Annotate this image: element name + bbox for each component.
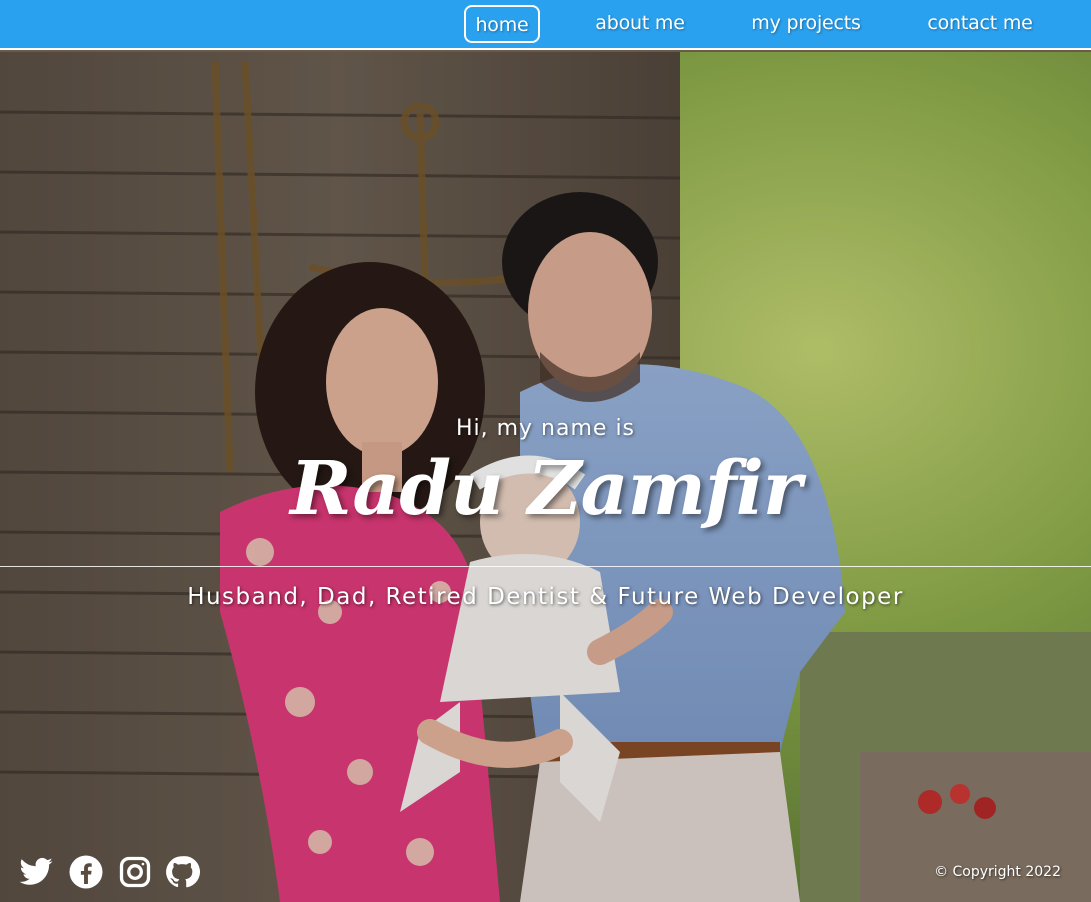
github-icon[interactable] — [164, 854, 200, 890]
navbar: home about me my projects contact me — [0, 0, 1091, 50]
hero-greeting: Hi, my name is — [455, 416, 636, 441]
nav-my-projects-link[interactable]: my projects — [746, 5, 866, 43]
twitter-icon[interactable] — [18, 854, 54, 890]
nav-about-me-link[interactable]: about me — [590, 5, 690, 43]
nav-home-link[interactable]: home — [464, 5, 540, 43]
hero-name-heading: Radu Zamfir — [290, 446, 802, 532]
hero-tagline: Husband, Dad, Retired Dentist & Future W… — [187, 584, 904, 610]
hero-divider — [0, 566, 1091, 567]
copyright-text: © Copyright 2022 — [934, 864, 1061, 880]
facebook-icon[interactable] — [68, 854, 104, 890]
instagram-icon[interactable] — [117, 854, 153, 890]
nav-contact-me-link[interactable]: contact me — [920, 5, 1040, 43]
